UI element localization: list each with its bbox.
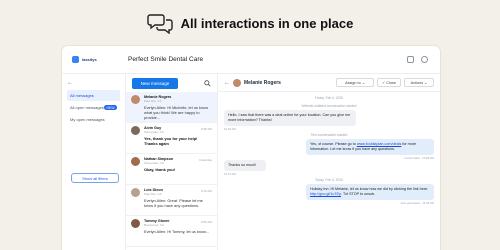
incoming-message: Thanks so much! 10:07 AM [224,159,266,176]
message-text: Yes, of course. Please go to [310,141,357,146]
conversation-time: 9:10 AM [200,189,212,193]
feedback-link[interactable]: http://goo.gl/1u7Ep [310,192,341,196]
brand-mark-icon [72,56,79,63]
conversation-item[interactable]: Nathan Simpson Sunnyvale, CA Okay, thank… [126,154,217,185]
message-bubble: Holiday Inn: Hi Melanie, let us know how… [306,183,434,200]
conversation-preview: Yes, thank you for your help! Thanks aga… [144,135,198,146]
avatar [131,219,140,228]
conversation-item[interactable]: Lois Dixon Palo Alto, CA Evelyn Allen: G… [126,185,217,216]
search-icon[interactable] [204,79,211,87]
avatar [131,95,140,104]
conversation-preview: Evelyn Allen: Hi Tommy, let us know... [144,228,209,234]
nav-item-all-open[interactable]: All open messages NEW [67,102,120,113]
outgoing-message: Yes, of course. Please go to www.fooldia… [306,138,434,160]
back-arrow-icon[interactable]: ← [224,80,230,86]
list-header: New message [126,74,217,92]
assign-to-button[interactable]: Assign to ⌄ [336,78,374,87]
conversation-time: Yesterday [198,158,212,162]
nav-item-my-open[interactable]: My open messages [67,114,120,125]
date-divider: Today, Feb 5, 2020 [315,177,343,182]
date-divider: Friday, Feb 4, 2020 [314,96,344,100]
app-topbar: lassitys Perfect Smile Dental Care [62,46,440,74]
system-notice: Text conversation started [310,132,348,137]
conversation-location: Palo Alto, CA [144,99,162,103]
show-all-filters-button[interactable]: Show all filters [71,173,119,183]
nav-item-label: All messages [70,93,94,98]
check-icon: ✓ [382,81,386,85]
chat-contact-name: Melanie Rogers [244,79,281,86]
brand-name: lassitys [82,57,97,62]
message-meta: Louise Stark · 10:05 AM [404,155,434,160]
message-thread: Friday, Feb 4, 2020 Website-initiated co… [218,92,440,207]
conversation-item[interactable]: Alvin Guy Sunnyvale, CA Yes, thank you f… [126,123,217,154]
chat-header: ← Melanie Rogers Assign to ⌄ ✓ Close Act… [218,74,440,92]
avatar [131,188,140,197]
conversation-preview: Okay, thank you! [144,166,176,172]
close-label: Close [386,80,396,85]
conversation-time: 9:38 AM [200,127,212,131]
incoming-message: Hello. I saw that there was a deal onlin… [224,110,356,131]
message-bubble: Thanks so much! [224,159,266,171]
hero-banner: All interactions in one place [0,8,500,38]
message-text: . Txt STOP to unsub. [340,191,376,196]
chevron-down-icon: ⌄ [424,81,428,85]
message-text: Holiday Inn: Hi Melanie, let us know how… [310,186,429,191]
avatar [131,157,140,166]
brand-logo: lassitys [62,56,116,63]
inbox-sidebar: ← All messages All open messages NEW My … [62,74,126,250]
practice-name: Perfect Smile Dental Care [128,56,204,63]
avatar [233,78,241,87]
close-button[interactable]: ✓ Close [377,78,401,87]
message-bubble: Yes, of course. Please go to www.fooldia… [306,138,434,155]
conversation-list: New message Melanie Rogers Palo Alto, CA… [126,74,218,250]
chevron-down-icon: ⌄ [361,81,365,85]
new-message-button[interactable]: New message [132,77,178,89]
settings-icon[interactable] [407,56,414,63]
assign-to-label: Assign to [345,80,361,85]
conversation-item[interactable]: Melanie Rogers Palo Alto, CA Evelyn Alle… [126,92,217,123]
app-window: lassitys Perfect Smile Dental Care ← All… [62,46,440,250]
conversation-preview: Evelyn Allen: Great. Please let me know … [144,197,203,208]
topbar-icons [407,56,440,63]
back-arrow-icon[interactable]: ← [67,80,120,90]
conversation-preview: Evelyn Allen: Hi Michelle, let us know w… [144,104,209,120]
deal-link[interactable]: www.fooldiaplan.com/deals [357,142,401,146]
system-notice: Website-initiated conversation started [301,104,357,108]
actions-label: Actions [410,80,424,85]
outgoing-message: Holiday Inn: Hi Melanie, let us know how… [306,183,434,205]
conversation-item[interactable]: Tommy Glover Brentwood, CA Evelyn Allen:… [126,216,217,247]
chat-bubbles-icon [146,14,173,34]
actions-button[interactable]: Actions ⌄ [404,78,434,87]
chat-panel: ← Melanie Rogers Assign to ⌄ ✓ Close Act… [218,74,440,250]
hero-title: All interactions in one place [180,15,354,31]
message-meta: Auto-generated · 11:45 AM [400,200,434,205]
nav-item-label: My open messages [70,117,105,122]
profile-icon[interactable] [421,56,428,63]
conversation-time: 9:55 AM [200,220,212,224]
nav-item-label: All open messages [70,105,104,110]
message-bubble: Hello. I saw that there was a deal onlin… [224,110,356,126]
new-badge: NEW [103,105,117,110]
nav-item-all-messages[interactable]: All messages [67,90,120,101]
avatar [131,126,140,135]
